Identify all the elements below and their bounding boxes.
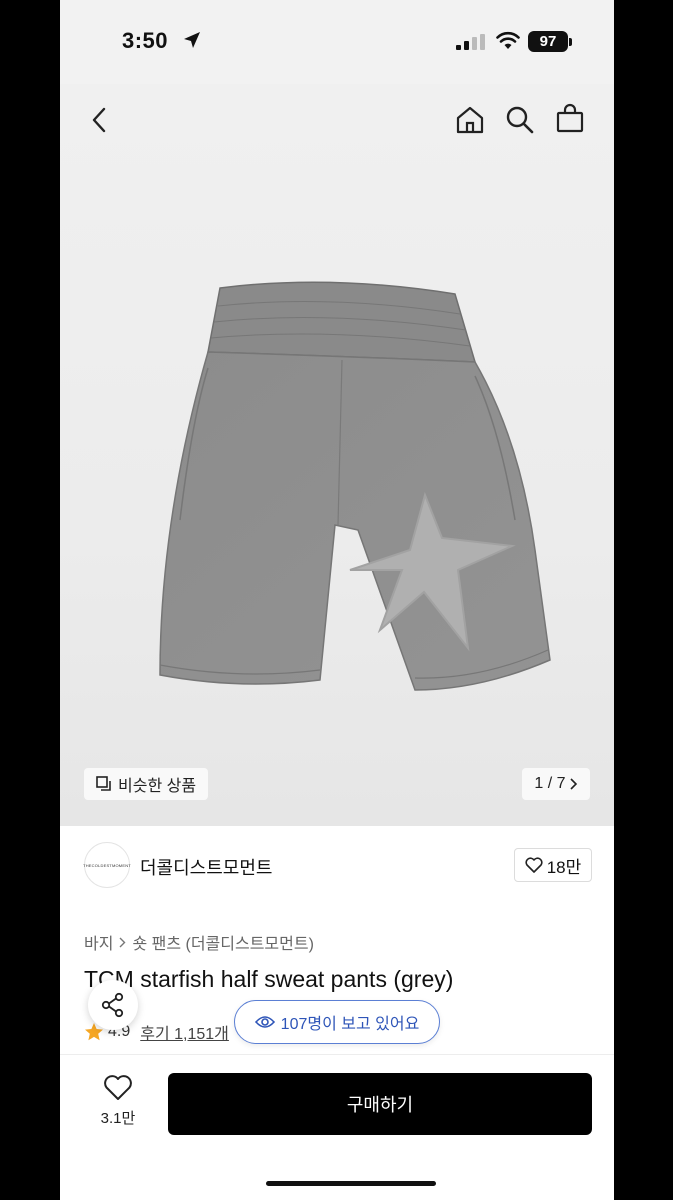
breadcrumb-level2[interactable]: 숏 팬츠 (더콜디스트모먼트) bbox=[132, 930, 313, 954]
heart-outline-icon bbox=[104, 1075, 132, 1100]
eye-icon bbox=[254, 1016, 275, 1028]
brand-logo[interactable]: THECOLDESTMOMENT bbox=[83, 842, 131, 888]
battery-indicator: 97 bbox=[528, 31, 568, 52]
pager-text: 1 / 7 bbox=[534, 775, 566, 792]
heart-outline-icon bbox=[525, 857, 543, 873]
battery-nub bbox=[569, 38, 572, 46]
wifi-icon bbox=[496, 31, 520, 49]
similar-products-button[interactable]: 비슷한 상품 bbox=[84, 768, 209, 800]
live-viewers-badge: 107명이 보고 있어요 bbox=[234, 1000, 440, 1044]
brand-like-button[interactable]: 18만 bbox=[514, 848, 592, 882]
image-pager[interactable]: 1 / 7 bbox=[522, 768, 590, 800]
search-icon[interactable] bbox=[504, 104, 536, 136]
phone-screen: 3:50 97 비슷한 상품 1 / 7 THECOLDESTMOMENT 더콜… bbox=[60, 0, 614, 1200]
status-time: 3:50 bbox=[122, 28, 169, 53]
product-title: TCM starfish half sweat pants (grey) bbox=[84, 966, 454, 992]
home-indicator[interactable] bbox=[266, 1181, 436, 1186]
brand-row[interactable]: THECOLDESTMOMENT 더콜디스트모먼트 18만 bbox=[60, 826, 614, 910]
home-icon[interactable] bbox=[454, 104, 486, 136]
chevron-right-icon bbox=[569, 778, 577, 790]
brand-name[interactable]: 더콜디스트모먼트 bbox=[140, 854, 272, 880]
similar-products-label: 비슷한 상품 bbox=[118, 778, 197, 795]
location-arrow-icon bbox=[184, 32, 200, 48]
share-button[interactable] bbox=[88, 980, 138, 1030]
cellular-signal-icon bbox=[456, 34, 485, 50]
status-bar: 3:50 97 bbox=[60, 0, 614, 84]
buy-button[interactable]: 구매하기 bbox=[168, 1073, 592, 1135]
chevron-right-icon bbox=[119, 937, 126, 947]
breadcrumb-level1[interactable]: 바지 bbox=[84, 930, 113, 954]
shopping-bag-icon[interactable] bbox=[554, 102, 586, 134]
wishlist-button[interactable]: 3.1만 bbox=[90, 1074, 146, 1138]
brand-logo-text: THECOLDESTMOMENT bbox=[83, 862, 131, 868]
back-arrow-icon[interactable] bbox=[84, 104, 116, 136]
live-viewers-text: 107명이 보고 있어요 bbox=[280, 1016, 420, 1033]
wishlist-count: 3.1만 bbox=[100, 1110, 136, 1127]
breadcrumb: 바지 숏 팬츠 (더콜디스트모먼트) bbox=[84, 930, 314, 954]
share-icon bbox=[101, 992, 124, 1018]
review-count-link[interactable]: 후기 1,151개 bbox=[140, 1020, 229, 1044]
similar-items-icon bbox=[96, 776, 111, 791]
product-image-shorts bbox=[159, 281, 551, 691]
brand-like-count: 18만 bbox=[546, 857, 582, 877]
